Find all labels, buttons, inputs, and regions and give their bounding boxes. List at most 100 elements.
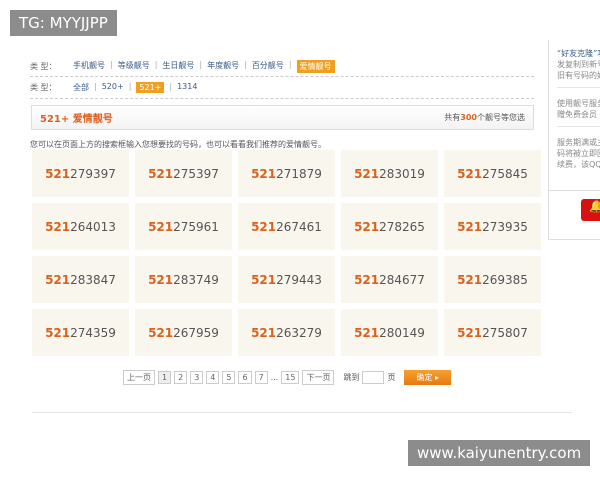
number-card[interactable]: 521 279397: [32, 150, 129, 197]
filter-option[interactable]: 全部: [73, 82, 89, 93]
number-prefix: 521: [354, 325, 380, 340]
number-suffix: 275397: [173, 166, 219, 181]
number-card[interactable]: 521 271879: [238, 150, 335, 197]
filter-option[interactable]: 520+: [102, 82, 124, 93]
number-suffix: 274359: [70, 325, 116, 340]
filter-option[interactable]: 1314: [177, 82, 197, 93]
sidebar-para-3: 服务期满或主码将被立即回续费，该QQ: [557, 138, 600, 169]
number-suffix: 267959: [173, 325, 219, 340]
number-card[interactable]: 521 274359: [32, 309, 129, 356]
watermark: www.kaiyunentry.com: [408, 440, 591, 466]
filter-option[interactable]: 生日靓号: [162, 60, 194, 73]
number-prefix: 521: [354, 219, 380, 234]
page-button[interactable]: 6: [238, 371, 252, 384]
separator: |: [288, 60, 292, 69]
number-card[interactable]: 521 263279: [238, 309, 335, 356]
number-card[interactable]: 521 283019: [341, 150, 438, 197]
page-button[interactable]: 5: [222, 371, 236, 384]
number-prefix: 521: [354, 272, 380, 287]
number-suffix: 269385: [482, 272, 528, 287]
page-button[interactable]: 4: [206, 371, 220, 384]
sidebar-para-2: 使用靓号服务赠免费会员: [557, 98, 600, 127]
tip-text: 您可以在页面上方的搜索框输入您想要找的号码，也可以看看我们推荐的爱情靓号。: [30, 140, 326, 149]
separator: |: [244, 60, 247, 69]
subtype-label: 类 型：: [30, 83, 57, 92]
number-prefix: 521: [148, 325, 174, 340]
subtype-filter: 类 型： 全部 | 520+ | 521+ | 1314: [30, 82, 197, 93]
sidebar-para-1: “好友克隆”功发复制到新号旧有号码的好: [557, 48, 600, 88]
number-card[interactable]: 521 275397: [135, 150, 232, 197]
page-button[interactable]: 1: [158, 371, 172, 384]
number-suffix: 279443: [276, 272, 322, 287]
number-suffix: 275961: [173, 219, 219, 234]
prev-page-button[interactable]: 上一页: [123, 370, 155, 385]
number-card[interactable]: 521 284677: [341, 256, 438, 303]
number-suffix: 267461: [276, 219, 322, 234]
filter-option[interactable]: 爱情靓号: [296, 60, 335, 73]
number-prefix: 521: [457, 325, 483, 340]
number-suffix: 264013: [70, 219, 116, 234]
number-card[interactable]: 521 264013: [32, 203, 129, 250]
filter-option[interactable]: 等级靓号: [118, 60, 150, 73]
number-prefix: 521: [45, 325, 71, 340]
number-suffix: 280149: [379, 325, 425, 340]
footer-divider: [32, 412, 572, 413]
separator: |: [169, 82, 173, 91]
number-card[interactable]: 521 267461: [238, 203, 335, 250]
jump-label: 跳到: [343, 373, 360, 382]
number-card[interactable]: 521 275845: [444, 150, 541, 197]
number-prefix: 521: [148, 219, 174, 234]
number-prefix: 521: [251, 325, 277, 340]
number-suffix: 284677: [379, 272, 425, 287]
number-card[interactable]: 521 273935: [444, 203, 541, 250]
number-card[interactable]: 521 269385: [444, 256, 541, 303]
filter-option[interactable]: 521+: [136, 82, 165, 93]
number-prefix: 521: [354, 166, 380, 181]
ellipsis: ...: [270, 373, 279, 382]
filter-option[interactable]: 手机靓号: [73, 60, 105, 73]
filter-option[interactable]: 年度靓号: [207, 60, 239, 73]
divider: [30, 98, 534, 99]
page-button[interactable]: 2: [174, 371, 188, 384]
number-suffix: 283847: [70, 272, 116, 287]
watermark: TG: MYYJJPP: [10, 10, 117, 36]
number-prefix: 521: [457, 272, 483, 287]
number-card[interactable]: 521 283847: [32, 256, 129, 303]
number-prefix: 521: [457, 166, 483, 181]
number-prefix: 521: [251, 272, 277, 287]
pagination: 上一页 1234567 ... 15 下一页 跳到 页 确定 ▸: [123, 370, 452, 385]
page-button[interactable]: 3: [190, 371, 204, 384]
count-text: 共有300个靓号等您选: [444, 113, 525, 122]
type-filter: 类 型： 手机靓号 | 等级靓号 | 生日靓号 | 年度靓号 | 百分靓号 | 爱情靓号: [30, 60, 335, 73]
number-card[interactable]: 521 280149: [341, 309, 438, 356]
number-suffix: 283749: [173, 272, 219, 287]
page-button[interactable]: 7: [254, 371, 268, 384]
number-card[interactable]: 521 267959: [135, 309, 232, 356]
page-unit: 页: [387, 373, 396, 382]
section-header: 521+ 爱情靓号 共有300个靓号等您选: [31, 105, 534, 130]
number-suffix: 275807: [482, 325, 528, 340]
number-card[interactable]: 521 283749: [135, 256, 232, 303]
jump-page-input[interactable]: [362, 371, 385, 384]
number-card[interactable]: 521 275807: [444, 309, 541, 356]
page-15-button[interactable]: 15: [281, 371, 300, 384]
number-suffix: 278265: [379, 219, 425, 234]
number-card[interactable]: 521 275961: [135, 203, 232, 250]
number-card[interactable]: 521 278265: [341, 203, 438, 250]
separator: |: [94, 82, 97, 91]
confirm-button[interactable]: 确定 ▸: [404, 370, 452, 385]
number-grid: 521 279397 521 275397 521 271879 521 283019 521 2…: [32, 150, 541, 356]
divider: [30, 76, 534, 77]
number-prefix: 521: [457, 219, 483, 234]
filter-option[interactable]: 百分靓号: [252, 60, 284, 73]
number-prefix: 521: [45, 272, 71, 287]
number-suffix: 273935: [482, 219, 528, 234]
number-prefix: 521: [148, 166, 174, 181]
section-title: 521+ 爱情靓号: [40, 114, 113, 125]
next-page-button[interactable]: 下一页: [302, 370, 335, 385]
number-card[interactable]: 521 279443: [238, 256, 335, 303]
number-suffix: 271879: [276, 166, 322, 181]
separator: |: [110, 60, 113, 69]
number-prefix: 521: [45, 166, 71, 181]
bell-button[interactable]: 🔔: [581, 199, 600, 221]
